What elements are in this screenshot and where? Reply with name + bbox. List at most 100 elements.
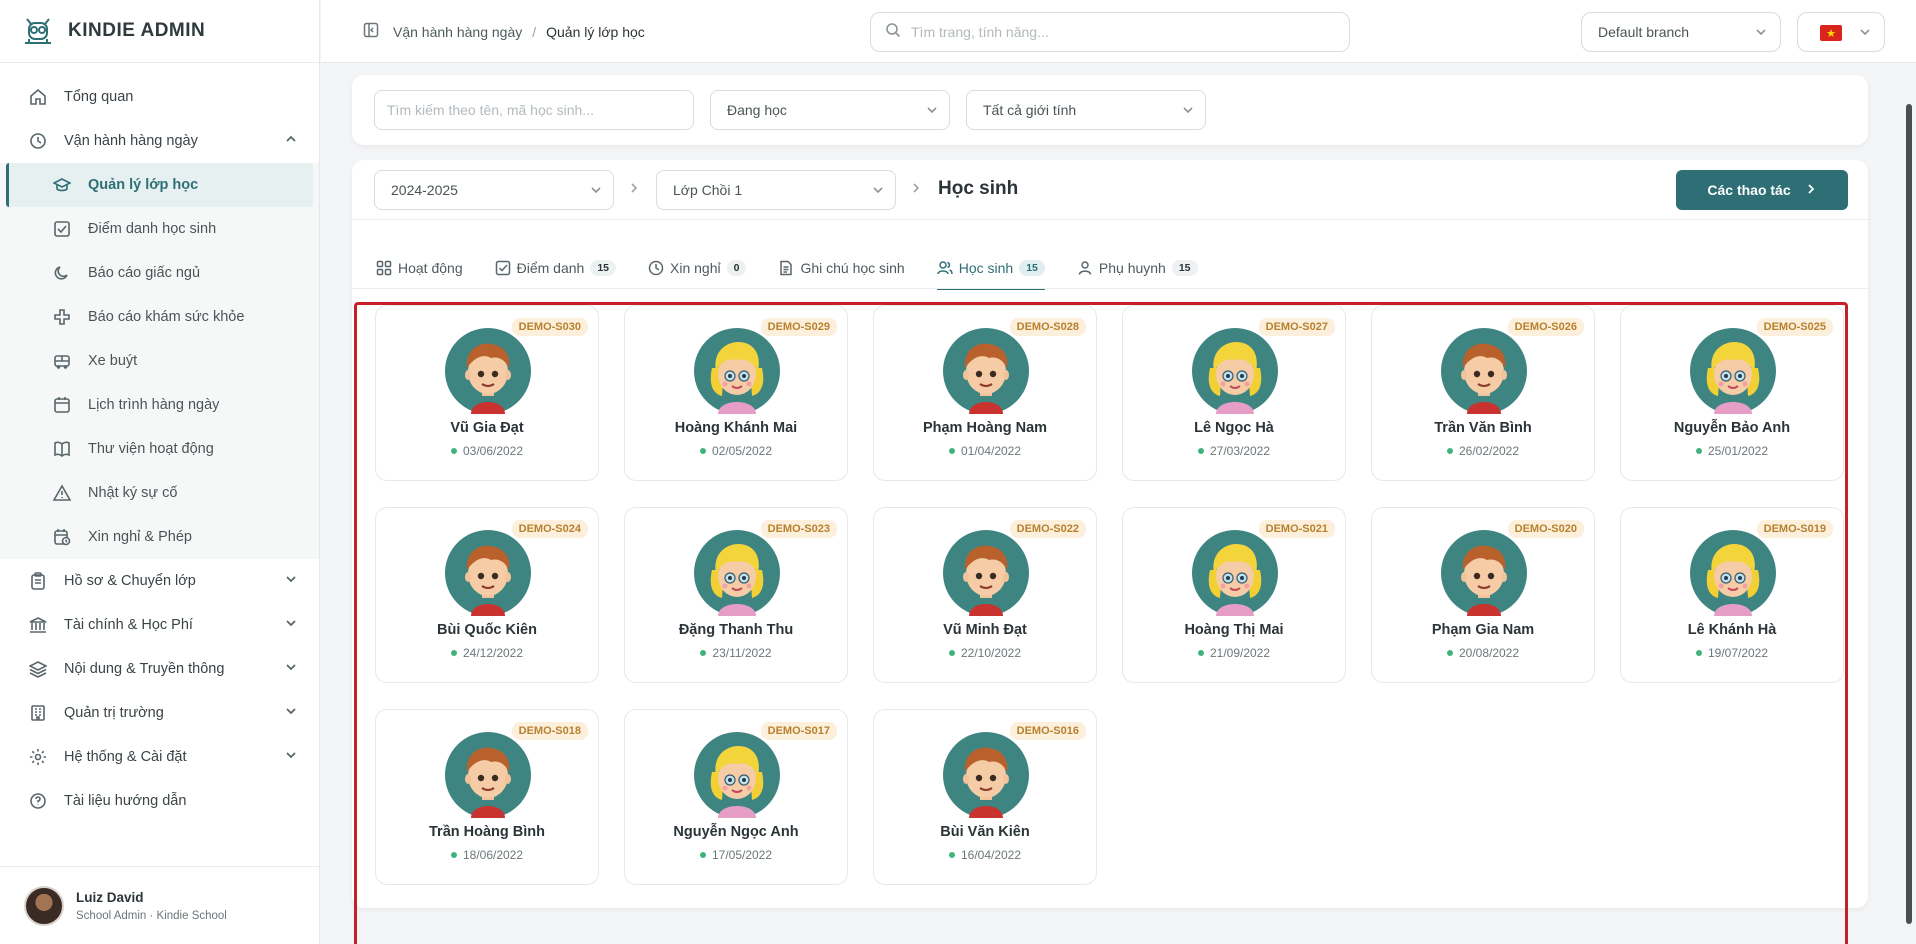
student-search-input[interactable] bbox=[387, 102, 693, 118]
sidebar-item-bus[interactable]: Xe buýt bbox=[0, 339, 319, 383]
tab-student-notes[interactable]: Ghi chú học sinh bbox=[778, 248, 905, 288]
status-dot bbox=[1695, 650, 1702, 656]
boy-avatar-icon bbox=[445, 328, 531, 414]
school-year-select[interactable]: 2024-2025 bbox=[374, 170, 614, 210]
student-card[interactable]: DEMO-S019 Lê Khánh Hà 19/07/2022 bbox=[1620, 507, 1844, 683]
help-circle-icon bbox=[28, 791, 48, 811]
student-dob-text: 17/05/2022 bbox=[711, 848, 773, 862]
owl-logo-icon bbox=[20, 15, 56, 47]
sidebar-item-docs[interactable]: Tài liệu hướng dẫn bbox=[0, 779, 319, 823]
tabs-divider bbox=[352, 288, 1868, 289]
tab-attendance[interactable]: Điểm danh 15 bbox=[495, 248, 616, 288]
tab-count-badge: 15 bbox=[590, 260, 616, 276]
status-dot bbox=[1197, 650, 1204, 656]
student-card[interactable]: DEMO-S016 Bùi Văn Kiên 16/04/2022 bbox=[873, 709, 1097, 885]
sidebar-item-class-management[interactable]: Quản lý lớp học bbox=[6, 163, 313, 207]
actions-button[interactable]: Các thao tác bbox=[1676, 170, 1848, 210]
student-card[interactable]: DEMO-S025 Nguyễn Bảo Anh 25/01/2022 bbox=[1620, 305, 1844, 481]
student-card[interactable]: DEMO-S017 Nguyễn Ngọc Anh 17/05/2022 bbox=[624, 709, 848, 885]
student-card[interactable]: DEMO-S026 Trần Văn Bình 26/02/2022 bbox=[1371, 305, 1595, 481]
tab-label: Điểm danh bbox=[516, 260, 585, 276]
user-profile[interactable]: Luiz David School Admin · Kindie School bbox=[0, 866, 320, 944]
sidebar-group-finance[interactable]: Tài chính & Học Phí bbox=[0, 603, 319, 647]
girl-avatar-icon bbox=[1192, 530, 1278, 616]
student-card[interactable]: DEMO-S023 Đặng Thanh Thu 23/11/2022 bbox=[624, 507, 848, 683]
user-name: Luiz David bbox=[76, 889, 144, 905]
gender-select[interactable]: Tất cả giới tính bbox=[966, 90, 1206, 130]
layers-icon bbox=[28, 659, 48, 679]
student-dob-text: 24/12/2022 bbox=[462, 646, 524, 660]
boy-avatar-icon bbox=[445, 530, 531, 616]
status-dot bbox=[1695, 448, 1702, 454]
breadcrumb-item[interactable]: Vận hành hàng ngày bbox=[393, 24, 522, 40]
student-dob-text: 20/08/2022 bbox=[1458, 646, 1520, 660]
student-card[interactable]: DEMO-S020 Phạm Gia Nam 20/08/2022 bbox=[1371, 507, 1595, 683]
student-card[interactable]: DEMO-S029 Hoàng Khánh Mai 02/05/2022 bbox=[624, 305, 848, 481]
brand[interactable]: KINDIE ADMIN bbox=[0, 0, 319, 63]
sidebar-item-label: Điểm danh học sinh bbox=[88, 221, 217, 237]
scrollbar-thumb[interactable] bbox=[1906, 104, 1912, 924]
gear-icon bbox=[28, 747, 48, 767]
student-name: Vũ Gia Đạt bbox=[450, 420, 524, 436]
student-dob-text: 23/11/2022 bbox=[712, 646, 772, 660]
student-dob-text: 16/04/2022 bbox=[960, 848, 1022, 862]
sidebar-item-label: Hệ thống & Cài đặt bbox=[64, 749, 187, 765]
student-card[interactable]: DEMO-S024 Bùi Quốc Kiên 24/12/2022 bbox=[375, 507, 599, 683]
tab-activities[interactable]: Hoạt động bbox=[376, 248, 463, 288]
student-dob-text: 26/02/2022 bbox=[1458, 444, 1520, 458]
student-card[interactable]: DEMO-S027 Lê Ngọc Hà 27/03/2022 bbox=[1122, 305, 1346, 481]
chevron-right-icon bbox=[1805, 182, 1817, 198]
chevron-up-icon bbox=[285, 133, 297, 149]
student-card[interactable]: DEMO-S030 Vũ Gia Đạt 03/06/2022 bbox=[375, 305, 599, 481]
sidebar-item-attendance[interactable]: Điểm danh học sinh bbox=[0, 207, 319, 251]
class-tabs: Hoạt động Điểm danh 15 Xin nghỉ 0 Ghi ch… bbox=[376, 248, 1230, 290]
tab-label: Hoạt động bbox=[398, 260, 463, 276]
student-card[interactable]: DEMO-S021 Hoàng Thị Mai 21/09/2022 bbox=[1122, 507, 1346, 683]
class-select[interactable]: Lớp Chồi 1 bbox=[656, 170, 896, 210]
branch-select[interactable]: Default branch bbox=[1581, 12, 1781, 52]
student-name: Trần Văn Bình bbox=[1434, 420, 1532, 436]
student-name: Hoàng Thị Mai bbox=[1184, 622, 1284, 638]
sidebar-toggle-icon[interactable] bbox=[363, 22, 379, 41]
actions-button-label: Các thao tác bbox=[1707, 182, 1791, 198]
sidebar-item-incident-log[interactable]: Nhật ký sự cố bbox=[0, 471, 319, 515]
sidebar-group-school-admin[interactable]: Quản trị trường bbox=[0, 691, 319, 735]
student-dob-text: 01/04/2022 bbox=[960, 444, 1022, 458]
sidebar-item-activity-library[interactable]: Thư viện hoạt động bbox=[0, 427, 319, 471]
class-context-bar: 2024-2025 Lớp Chồi 1 Học sinh Các thao t… bbox=[352, 160, 1868, 220]
student-card[interactable]: DEMO-S022 Vũ Minh Đạt 22/10/2022 bbox=[873, 507, 1097, 683]
chevron-right-icon bbox=[628, 181, 640, 199]
breadcrumb: Vận hành hàng ngày / Quản lý lớp học bbox=[363, 22, 645, 41]
student-search[interactable] bbox=[374, 90, 694, 130]
tab-students[interactable]: Học sinh 15 bbox=[936, 248, 1046, 290]
sidebar-group-system[interactable]: Hệ thống & Cài đặt bbox=[0, 735, 319, 779]
sidebar-item-label: Báo cáo giấc ngủ bbox=[88, 265, 201, 281]
sidebar-group-daily-ops[interactable]: Vận hành hàng ngày bbox=[0, 119, 319, 163]
sidebar-item-daily-schedule[interactable]: Lịch trình hàng ngày bbox=[0, 383, 319, 427]
language-select[interactable]: ★ bbox=[1797, 12, 1885, 52]
status-dot bbox=[450, 650, 457, 656]
sidebar-item-overview[interactable]: Tổng quan bbox=[0, 75, 319, 119]
tab-label: Học sinh bbox=[958, 260, 1014, 276]
sidebar-group-records[interactable]: Hồ sơ & Chuyển lớp bbox=[0, 559, 319, 603]
student-dob-text: 19/07/2022 bbox=[1707, 646, 1769, 660]
global-search[interactable] bbox=[870, 12, 1350, 52]
status-select[interactable]: Đang học bbox=[710, 90, 950, 130]
tab-leave[interactable]: Xin nghỉ 0 bbox=[648, 248, 747, 288]
student-card[interactable]: DEMO-S028 Phạm Hoàng Nam 01/04/2022 bbox=[873, 305, 1097, 481]
search-input[interactable] bbox=[911, 24, 1331, 40]
student-card[interactable]: DEMO-S018 Trần Hoàng Bình 18/06/2022 bbox=[375, 709, 599, 885]
tab-parents[interactable]: Phụ huynh 15 bbox=[1077, 248, 1198, 288]
student-dob: 21/09/2022 bbox=[1123, 646, 1345, 660]
page-scrollbar[interactable] bbox=[1904, 64, 1914, 944]
sidebar-item-label: Tài chính & Học Phí bbox=[64, 617, 193, 633]
sidebar-item-health-report[interactable]: Báo cáo khám sức khỏe bbox=[0, 295, 319, 339]
sidebar-item-sleep-report[interactable]: Báo cáo giấc ngủ bbox=[0, 251, 319, 295]
sidebar-group-content[interactable]: Nội dung & Truyền thông bbox=[0, 647, 319, 691]
student-dob-text: 27/03/2022 bbox=[1209, 444, 1271, 458]
topbar: Vận hành hàng ngày / Quản lý lớp học Def… bbox=[321, 0, 1916, 63]
calendar-icon bbox=[52, 395, 72, 415]
book-icon bbox=[52, 439, 72, 459]
boy-avatar-icon bbox=[445, 732, 531, 818]
sidebar-item-leave[interactable]: Xin nghỉ & Phép bbox=[0, 515, 319, 559]
